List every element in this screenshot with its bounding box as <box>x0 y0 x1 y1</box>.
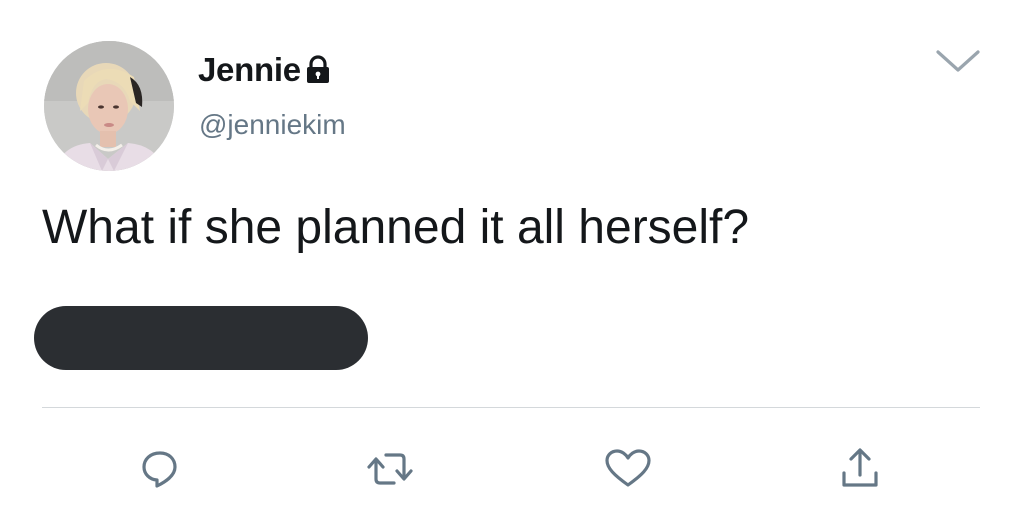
retweet-button[interactable] <box>364 444 416 494</box>
display-name[interactable]: Jennie <box>198 50 333 90</box>
redaction-bar <box>34 306 368 370</box>
lock-icon <box>303 54 333 86</box>
display-name-text: Jennie <box>198 51 301 88</box>
reply-button[interactable] <box>134 444 186 494</box>
tweet: Jennie @jenniekim What if she planned it… <box>0 0 1024 532</box>
tweet-text: What if she planned it all herself? <box>42 201 750 254</box>
avatar-image <box>44 41 174 171</box>
reply-icon <box>142 451 177 488</box>
chevron-down-icon[interactable] <box>932 46 984 78</box>
share-button[interactable] <box>834 444 886 494</box>
share-icon <box>842 448 878 487</box>
handle[interactable]: @jenniekim <box>199 108 346 142</box>
avatar[interactable] <box>44 41 174 171</box>
like-button[interactable] <box>602 444 654 494</box>
heart-icon <box>605 449 651 487</box>
retweet-icon <box>367 453 413 485</box>
divider <box>42 407 980 408</box>
